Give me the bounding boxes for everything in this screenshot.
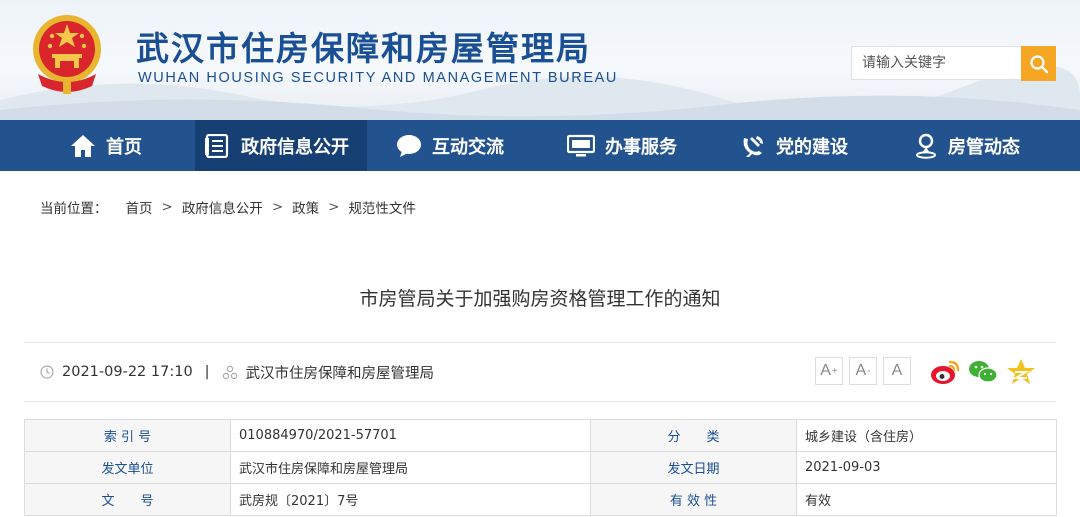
nav-label: 办事服务 <box>605 136 677 158</box>
info-value-category: 城乡建设（含住房） <box>796 419 1057 452</box>
plus-glyph: + <box>831 365 838 377</box>
font-btn-label: A <box>820 362 831 379</box>
table-row: 索 引 号 010884970/2021-57701 分 类 城乡建设（含住房） <box>24 419 1057 452</box>
info-value-validity: 有效 <box>796 483 1057 516</box>
info-key-category: 分 类 <box>590 419 797 452</box>
info-value-issuer: 武汉市住房保障和房屋管理局 <box>230 451 591 484</box>
info-key-index-number: 索 引 号 <box>24 419 231 452</box>
nav-item-gov-info[interactable]: 政府信息公开 <box>195 120 367 171</box>
wechat-icon[interactable] <box>968 358 998 386</box>
meta-divider: | <box>204 364 210 380</box>
nav-label: 首页 <box>106 136 142 158</box>
party-emblem-icon <box>743 135 763 157</box>
search-icon <box>1029 54 1048 73</box>
minus-glyph: - <box>867 365 871 377</box>
article-source: 武汉市住房保障和房屋管理局 <box>245 365 435 382</box>
document-info-table: 索 引 号 010884970/2021-57701 分 类 城乡建设（含住房）… <box>24 419 1057 516</box>
breadcrumb-separator: > <box>161 199 173 215</box>
breadcrumb-separator: > <box>271 199 284 215</box>
nav-item-services[interactable]: 办事服务 <box>567 120 677 171</box>
nav-label: 政府信息公开 <box>241 136 349 158</box>
info-key-validity: 有 效 性 <box>590 483 797 516</box>
site-subtitle: WUHAN HOUSING SECURITY AND MANAGEMENT BU… <box>138 70 618 86</box>
font-size-medium-button[interactable]: A- <box>849 357 877 385</box>
table-row: 发文单位 武汉市住房保障和房屋管理局 发文日期 2021-09-03 <box>24 451 1057 484</box>
nav-label: 房管动态 <box>948 136 1020 158</box>
font-btn-label: A <box>855 362 867 379</box>
info-value-doc-number: 武房规〔2021〕7号 <box>230 483 591 516</box>
site-header: 武汉市住房保障和房屋管理局 WUHAN HOUSING SECURITY AND… <box>0 0 1080 120</box>
breadcrumb-prefix: 当前位置： <box>40 201 108 217</box>
person-pin-icon <box>916 133 936 159</box>
source-org-icon <box>222 365 237 380</box>
monitor-icon <box>567 134 595 156</box>
font-size-large-button[interactable]: A + <box>815 357 843 385</box>
info-value-issue-date: 2021-09-03 <box>796 451 1057 484</box>
breadcrumb-item-policy[interactable]: 政策 <box>292 197 319 217</box>
info-value-index-number: 010884970/2021-57701 <box>230 419 591 452</box>
qzone-icon[interactable] <box>1006 358 1036 386</box>
home-icon <box>71 134 95 157</box>
main-nav: 首页 政府信息公开 互动交流 办事服务 党的建设 房管动态 <box>0 120 1080 171</box>
breadcrumb-item-gov-info[interactable]: 政府信息公开 <box>182 197 263 217</box>
breadcrumb: 当前位置： 首页 > 政府信息公开 > 政策 > 规范性文件 <box>40 197 416 217</box>
nav-label: 党的建设 <box>776 136 848 158</box>
font-size-small-button[interactable]: A <box>883 357 911 385</box>
clock-icon <box>40 365 54 379</box>
nav-item-party[interactable]: 党的建设 <box>740 120 848 171</box>
nav-item-interaction[interactable]: 互动交流 <box>396 120 504 171</box>
font-btn-label: A <box>891 362 903 379</box>
document-icon <box>205 133 229 158</box>
publish-datetime: 2021-09-22 17:10 <box>62 364 193 380</box>
site-title: 武汉市住房保障和房屋管理局 <box>136 29 591 68</box>
article-title: 市房管局关于加强购房资格管理工作的通知 <box>359 288 721 310</box>
search-input[interactable] <box>851 46 1022 80</box>
table-row: 文 号 武房规〔2021〕7号 有 效 性 有效 <box>24 483 1057 516</box>
article-meta-bar: 2021-09-22 17:10 | 武汉市住房保障和房屋管理局 A + A- A <box>24 342 1056 402</box>
breadcrumb-item-normative-docs[interactable]: 规范性文件 <box>348 197 416 217</box>
search-button[interactable] <box>1021 46 1056 81</box>
breadcrumb-separator: > <box>328 199 340 215</box>
info-key-doc-number: 文 号 <box>24 483 231 516</box>
weibo-icon[interactable] <box>930 358 960 386</box>
info-key-issue-date: 发文日期 <box>590 451 797 484</box>
nav-label: 互动交流 <box>432 136 504 158</box>
info-key-issuer: 发文单位 <box>24 451 231 484</box>
chat-bubble-icon <box>397 134 421 157</box>
article-meta: 2021-09-22 17:10 | 武汉市住房保障和房屋管理局 <box>40 343 434 401</box>
nav-item-housing-news[interactable]: 房管动态 <box>914 120 1020 171</box>
nav-item-home[interactable]: 首页 <box>70 120 142 171</box>
breadcrumb-item-home[interactable]: 首页 <box>126 197 153 217</box>
national-emblem-icon <box>33 15 101 94</box>
